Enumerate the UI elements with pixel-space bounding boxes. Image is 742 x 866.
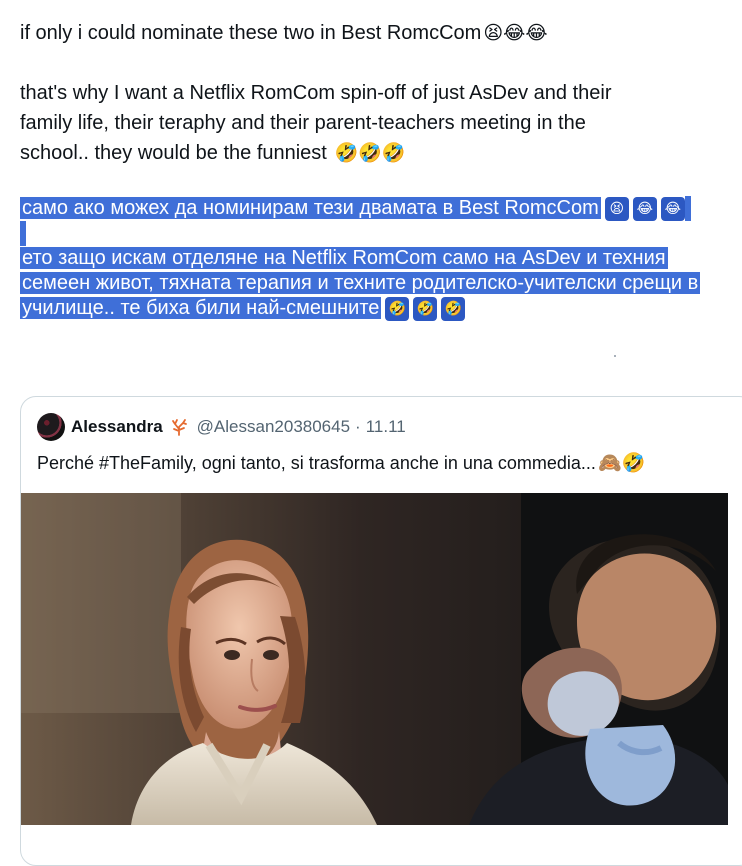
- author-handle[interactable]: @Alessan20380645: [197, 417, 350, 437]
- video-frame: [21, 493, 728, 825]
- quoted-post-emojis: 🙈🤣: [597, 452, 646, 474]
- translation-line-3-text[interactable]: семеен живот, тяхната терапия и техните …: [20, 272, 701, 294]
- translation-line-2-text[interactable]: ето защо искам отделяне на Netflix RomCo…: [20, 247, 668, 269]
- quoted-post-body: Perché #TheFamily, ogni tanto, si trasfo…: [37, 453, 596, 473]
- translation-line-4-text[interactable]: училище.. те биха били най-смешните: [20, 297, 382, 319]
- post-line-1-text: if only i could nominate these two in Be…: [20, 22, 482, 44]
- post-text: if only i could nominate these two in Be…: [20, 18, 732, 321]
- selection-empty-line: [20, 221, 26, 246]
- post-paragraph-line-3-emojis: 🤣🤣🤣: [334, 142, 406, 164]
- quoted-post[interactable]: Alessandra @Alessan20380645 · 11.11 Perc…: [20, 396, 742, 866]
- post-line-1: if only i could nominate these two in Be…: [20, 18, 732, 48]
- translation-block[interactable]: само ако можех да номинирам тези двамата…: [20, 196, 732, 321]
- post-paragraph-line-2: family life, their teraphy and their par…: [20, 112, 586, 134]
- quoted-post-header: Alessandra @Alessan20380645 · 11.11: [37, 413, 406, 441]
- post-line-1-emojis: 😫😂😂: [483, 22, 548, 44]
- post-paragraph-line-3-text: school.. they would be the funniest: [20, 142, 327, 164]
- tears-of-joy-emoji-icon: 😂: [660, 196, 685, 221]
- author-name[interactable]: Alessandra: [71, 417, 163, 437]
- post-paragraph-line-1: that's why I want a Netflix RomCom spin-…: [20, 82, 612, 104]
- rolling-laughing-emoji-icon: 🤣: [413, 296, 438, 321]
- translation-line-1[interactable]: само ако можех да номинирам тези двамата…: [20, 196, 732, 221]
- quoted-post-text: Perché #TheFamily, ogni tanto, si trasfo…: [37, 451, 645, 475]
- translation-line-2[interactable]: ето защо искам отделяне на Netflix RomCo…: [20, 246, 732, 271]
- coral-icon: [171, 419, 187, 436]
- post-paragraph-line-3: school.. they would be the funniest 🤣🤣🤣: [20, 138, 732, 168]
- tears-of-joy-emoji-icon: 😂: [632, 196, 657, 221]
- small-dot: [614, 355, 616, 357]
- rolling-laughing-emoji-icon: 🤣: [385, 296, 410, 321]
- avatar[interactable]: [37, 413, 65, 441]
- translation-line-1-text[interactable]: само ако можех да номинирам тези двамата…: [20, 197, 601, 219]
- translation-empty-line: [20, 221, 732, 246]
- header-separator: ·: [355, 417, 361, 436]
- video-thumbnail[interactable]: [21, 493, 728, 825]
- selection-end: [684, 196, 691, 221]
- rolling-laughing-emoji-icon: 🤣: [441, 296, 466, 321]
- tired-face-emoji-icon: 😫: [604, 196, 629, 221]
- post-date[interactable]: 11.11: [366, 417, 406, 437]
- translation-line-3[interactable]: семеен живот, тяхната терапия и техните …: [20, 271, 732, 296]
- translation-line-4[interactable]: училище.. те биха били най-смешните 🤣 🤣 🤣: [20, 296, 732, 321]
